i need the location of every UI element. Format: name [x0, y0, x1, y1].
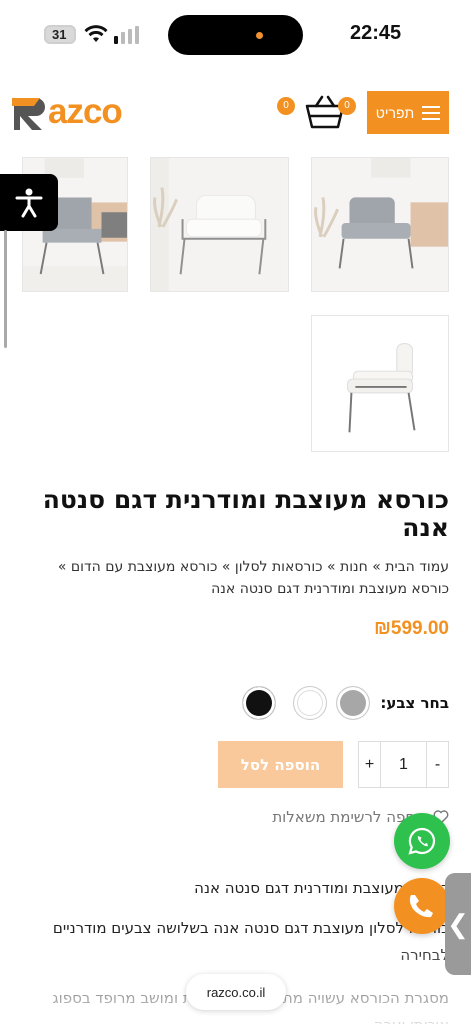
battery-level: 31 — [52, 27, 67, 42]
menu-button[interactable]: תפריט — [367, 91, 449, 134]
menu-icon — [422, 105, 441, 120]
quantity-minus-button[interactable]: - — [426, 742, 448, 787]
status-bar: 31 22:45 — [0, 0, 471, 70]
browser-url-bar[interactable]: razco.co.il — [186, 974, 286, 1010]
clock: 22:45 — [350, 22, 402, 44]
gallery-thumbnail[interactable] — [311, 157, 449, 292]
signal-icon — [114, 26, 139, 44]
color-swatch-white[interactable] — [293, 686, 327, 720]
quantity-input[interactable]: 1 — [381, 742, 426, 787]
gallery-thumbnail[interactable] — [150, 157, 289, 292]
battery-icon: 31 — [44, 25, 76, 44]
wishlist-count-badge[interactable]: 0 — [277, 97, 295, 115]
call-button[interactable] — [394, 878, 450, 934]
product-title: כורסא מעוצבת ומודרנית דגם סנטה אנה — [42, 485, 449, 542]
description-paragraph: כורסא לסלון מעוצבת דגם סנטה אנה בשלושה צ… — [52, 919, 449, 964]
whatsapp-icon — [408, 827, 436, 855]
phone-icon — [409, 895, 433, 918]
wifi-icon — [84, 25, 108, 42]
whatsapp-button[interactable] — [394, 813, 450, 869]
color-swatch-black[interactable] — [242, 686, 276, 720]
side-panel-toggle[interactable]: ❮ — [445, 873, 471, 975]
logo-text: azco — [48, 92, 123, 131]
add-to-cart-button[interactable]: הוספה לסל — [218, 741, 343, 788]
logo[interactable]: azco — [10, 92, 150, 134]
accessibility-icon — [15, 188, 43, 217]
gallery-thumbnail[interactable] — [311, 315, 449, 452]
chevron-left-icon: ❮ — [447, 908, 469, 939]
accessibility-button[interactable] — [0, 174, 58, 231]
logo-r-icon — [12, 98, 45, 130]
menu-label: תפריט — [375, 104, 415, 121]
product-price: ₪599.00 — [374, 618, 449, 639]
quantity-stepper: + 1 - — [358, 741, 449, 788]
color-swatch-gray[interactable] — [336, 686, 370, 720]
cart-count-badge[interactable]: 0 — [338, 97, 356, 115]
dynamic-island — [168, 15, 303, 55]
chair-image — [312, 316, 448, 451]
description-heading: כורסא מעוצבת ומודרנית דגם סנטה אנה — [194, 879, 449, 897]
recording-indicator — [256, 32, 263, 39]
quantity-plus-button[interactable]: + — [359, 742, 381, 787]
scrollbar[interactable] — [4, 230, 7, 348]
breadcrumb[interactable]: עמוד הבית » חנות » כורסאות לסלון » כורסא… — [19, 556, 449, 600]
color-label: בחר צבע: — [380, 694, 449, 712]
